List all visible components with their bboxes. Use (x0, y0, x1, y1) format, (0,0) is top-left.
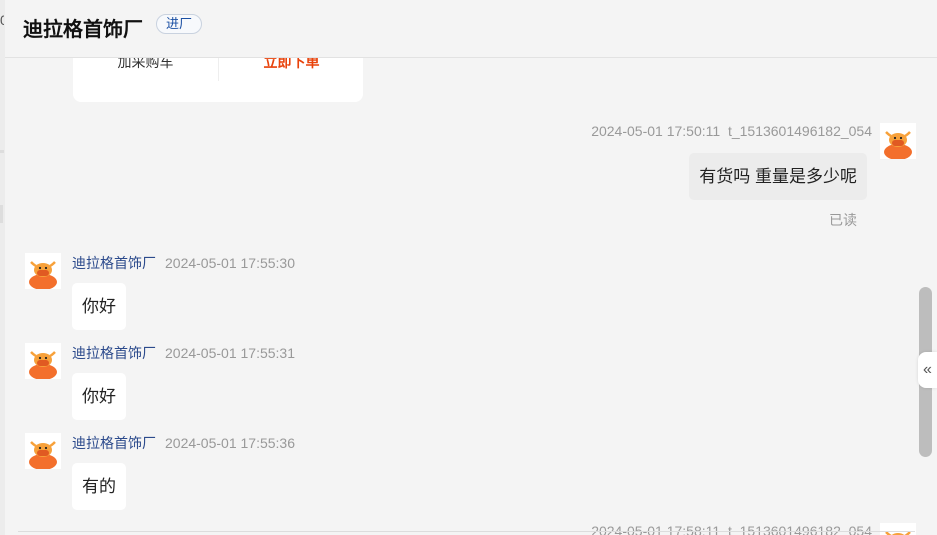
message-meta: 2024-05-01 17:58:11 t_1513601496182_054 (591, 523, 872, 535)
message-list[interactable]: 加采购车 立即下单 2024-05-01 17:50:11 t_15136014… (5, 57, 917, 535)
cow-avatar-icon (25, 343, 61, 379)
cow-avatar-icon (880, 523, 916, 535)
sender-name[interactable]: 迪拉格首饰厂 (72, 435, 156, 451)
avatar[interactable] (25, 253, 61, 289)
add-to-cart-button[interactable]: 加采购车 (73, 57, 218, 72)
read-status: 已读 (829, 212, 857, 228)
sender-name[interactable]: 迪拉格首饰厂 (72, 345, 156, 361)
double-chevron-left-icon[interactable]: « (918, 352, 937, 388)
message-timestamp: 2024-05-01 17:50:11 (591, 123, 721, 139)
order-now-button[interactable]: 立即下单 (219, 57, 364, 72)
message-meta: 迪拉格首饰厂 2024-05-01 17:55:30 (72, 253, 295, 273)
cow-avatar-icon (880, 123, 916, 159)
input-area-divider (18, 531, 915, 532)
shop-name-title[interactable]: 迪拉格首饰厂 (23, 13, 143, 42)
edge-divider (0, 205, 3, 223)
chat-header: 迪拉格首饰厂 进厂 (5, 0, 937, 58)
message-bubble[interactable]: 有的 (72, 463, 126, 510)
message-bubble[interactable]: 你好 (72, 283, 126, 330)
enter-factory-badge[interactable]: 进厂 (156, 14, 203, 34)
avatar[interactable] (25, 433, 61, 469)
sender-id: t_1513601496182_054 (727, 123, 872, 139)
message-meta: 迪拉格首饰厂 2024-05-01 17:55:31 (72, 343, 295, 363)
message-timestamp: 2024-05-01 17:58:11 (591, 523, 721, 535)
product-card: 加采购车 立即下单 (73, 57, 363, 102)
message-meta: 2024-05-01 17:50:11 t_1513601496182_054 (591, 123, 872, 139)
avatar[interactable] (25, 343, 61, 379)
message-meta: 迪拉格首饰厂 2024-05-01 17:55:36 (72, 433, 295, 453)
message-timestamp: 2024-05-01 17:55:30 (165, 255, 295, 271)
sender-name[interactable]: 迪拉格首饰厂 (72, 255, 156, 271)
message-bubble[interactable]: 有货吗 重量是多少呢 (689, 153, 867, 200)
message-timestamp: 2024-05-01 17:55:36 (165, 435, 295, 451)
cow-avatar-icon (25, 253, 61, 289)
message-bubble[interactable]: 你好 (72, 373, 126, 420)
cow-avatar-icon (25, 433, 61, 469)
sender-id: t_1513601496182_054 (727, 523, 872, 535)
edge-divider (0, 150, 4, 153)
avatar[interactable] (880, 523, 916, 535)
message-timestamp: 2024-05-01 17:55:31 (165, 345, 295, 361)
edge-text-fragment: 0 (0, 12, 4, 28)
avatar[interactable] (880, 123, 916, 159)
